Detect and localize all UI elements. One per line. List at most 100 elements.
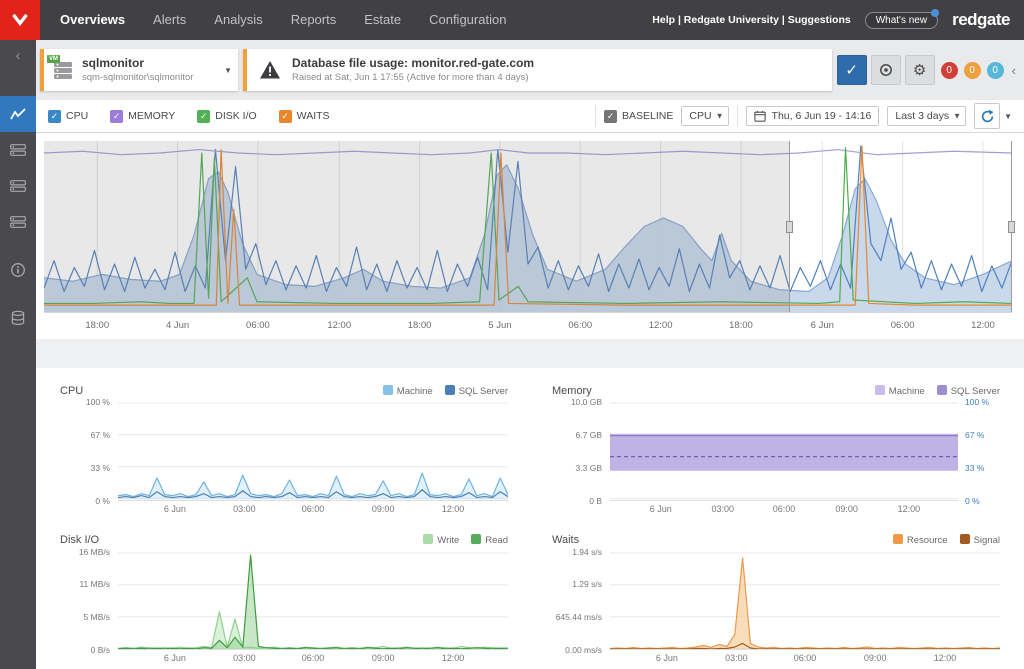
disk-panel-header: Disk I/O WriteRead (60, 532, 508, 549)
period-select[interactable]: Last 3 days ▼ (887, 106, 966, 126)
cpu-panel-body: 100 %67 %33 %0 % (60, 402, 508, 501)
server-labels: sqlmonitor sqm-sqlmonitor\sqlmonitor (82, 57, 193, 83)
nav-item-alerts[interactable]: Alerts (139, 0, 200, 40)
nav-item-configuration[interactable]: Configuration (415, 0, 520, 40)
chevron-down-icon: ▼ (953, 112, 961, 121)
tick-label: 09:00 (864, 653, 887, 663)
selection-handle-right[interactable] (1008, 221, 1015, 233)
disk-plot (118, 552, 508, 651)
nav-item-estate[interactable]: Estate (350, 0, 415, 40)
nav-item-reports[interactable]: Reports (277, 0, 351, 40)
sidebar-item-servers-1[interactable] (0, 132, 36, 168)
metric-toggle-memory[interactable]: ✓ MEMORY (110, 110, 175, 123)
panel-title: Waits (552, 534, 579, 546)
legend-swatch (423, 534, 433, 544)
redgate-logo[interactable] (0, 0, 40, 40)
tick-label: 1.94 s/s (572, 547, 602, 557)
tick-label: 03:00 (233, 504, 256, 514)
tick-label: 6 Jun (164, 653, 186, 663)
panel-title: CPU (60, 385, 83, 397)
legend-swatch (893, 534, 903, 544)
tick-label: 33 % (91, 463, 110, 473)
tick-label: 6.7 GB (576, 430, 602, 440)
panel-collapse-chevron[interactable]: ‹ (1012, 63, 1016, 78)
chevron-down-icon: ▼ (224, 66, 232, 75)
server-selector[interactable]: VM sqlmonitor sqm-sqlmonitor\sqlmonitor … (40, 49, 238, 91)
context-header: VM sqlmonitor sqm-sqlmonitor\sqlmonitor … (36, 40, 1024, 100)
tick-label: 0.00 ms/s (565, 645, 602, 655)
server-rack-icon (10, 179, 26, 193)
timeline-chart: 18:004 Jun06:0012:0018:005 Jun06:0012:00… (36, 133, 1024, 339)
alert-badge-medium[interactable]: 0 (964, 62, 981, 79)
chart-controls: ✓ CPU ✓ MEMORY ✓ DISK I/O ✓ WAITS ✓ BASE… (36, 100, 1024, 133)
auto-refresh-button[interactable] (974, 103, 1000, 129)
help-links[interactable]: Help | Redgate University | Suggestions (652, 14, 850, 26)
focus-button[interactable] (871, 55, 901, 85)
waits-panel-header: Waits ResourceSignal (552, 532, 1000, 549)
warning-icon (259, 60, 281, 80)
metric-label-memory: MEMORY (128, 110, 175, 122)
sidebar-item-info[interactable] (0, 252, 36, 288)
tick-label: 12:00 (971, 320, 995, 331)
settings-button[interactable]: ⚙ (905, 55, 935, 85)
date-range-picker[interactable]: Thu, 6 Jun 19 - 14:16 (746, 106, 880, 126)
tick-label: 18:00 (729, 320, 753, 331)
check-icon: ✓ (845, 61, 858, 79)
legend-item: Machine (875, 385, 925, 397)
header-actions: ✓ ⚙ 0 0 0 ‹ (837, 55, 1018, 85)
tick-label: 6 Jun (164, 504, 186, 514)
alert-badge-high[interactable]: 0 (941, 62, 958, 79)
sidebar-item-servers-3[interactable] (0, 204, 36, 240)
active-alert-banner[interactable]: Database file usage: monitor.red-gate.co… (243, 49, 832, 91)
panel-title: Disk I/O (60, 534, 99, 546)
separator (737, 105, 738, 127)
baseline-toggle[interactable]: ✓ BASELINE (604, 110, 673, 123)
tick-label: 1.29 s/s (572, 579, 602, 589)
redgate-wordmark: redgate (952, 10, 1010, 30)
whats-new-button[interactable]: What's new (865, 12, 938, 29)
tick-label: 06:00 (773, 504, 796, 514)
refresh-icon (980, 109, 995, 124)
tick-label: 67 % (965, 430, 984, 440)
tick-label: 09:00 (372, 504, 395, 514)
tick-label: 100 % (965, 397, 989, 407)
selection-handle-left[interactable] (786, 221, 793, 233)
refresh-options-chevron[interactable]: ▼ (1004, 112, 1012, 121)
nav-item-analysis[interactable]: Analysis (200, 0, 276, 40)
y-axis-labels: 100 %67 %33 %0 % (60, 402, 118, 501)
database-icon (10, 310, 26, 326)
date-range-value: Thu, 6 Jun 19 - 14:16 (772, 110, 872, 122)
tick-label: 12:00 (934, 653, 957, 663)
server-db-icon-wrap: VM (51, 58, 75, 82)
y-axis-labels: 1.94 s/s1.29 s/s645.44 ms/s0.00 ms/s (552, 552, 610, 651)
metric-label-waits: WAITS (297, 110, 330, 122)
sidebar-item-database[interactable] (0, 300, 36, 336)
metric-toggle-diskio[interactable]: ✓ DISK I/O (197, 110, 256, 123)
tick-label: 12:00 (898, 504, 921, 514)
alert-subtitle: Raised at Sat, Jun 1 17:55 (Active for m… (292, 72, 534, 83)
sidebar-item-analysis[interactable] (0, 96, 36, 132)
baseline-metric-select[interactable]: CPU ▼ (681, 106, 728, 126)
main-nav: Overviews Alerts Analysis Reports Estate… (46, 0, 520, 40)
checkbox-memory: ✓ (110, 110, 123, 123)
legend-item: Machine (383, 385, 433, 397)
legend-swatch (471, 534, 481, 544)
metric-toggle-waits[interactable]: ✓ WAITS (279, 110, 330, 123)
waits-x-axis: 6 Jun03:0006:0009:0012:00 (552, 650, 1000, 665)
sidebar-item-servers-2[interactable] (0, 168, 36, 204)
tick-label: 18:00 (408, 320, 432, 331)
tick-label: 06:00 (246, 320, 270, 331)
alert-badge-low[interactable]: 0 (987, 62, 1004, 79)
metric-toggle-cpu[interactable]: ✓ CPU (48, 110, 88, 123)
acknowledge-button[interactable]: ✓ (837, 55, 867, 85)
timeline-plot[interactable] (44, 141, 1012, 313)
tick-label: 06:00 (302, 504, 325, 514)
sidebar-collapse-button[interactable]: ‹ (16, 40, 21, 70)
disk-x-axis: 6 Jun03:0006:0009:0012:00 (60, 650, 508, 665)
line-chart-icon (10, 107, 26, 121)
tick-label: 645.44 ms/s (556, 612, 602, 622)
tick-label: 12:00 (649, 320, 673, 331)
nav-item-overviews[interactable]: Overviews (46, 0, 139, 40)
timeline-selection-window[interactable] (789, 141, 1012, 312)
cpu-plot (118, 402, 508, 501)
